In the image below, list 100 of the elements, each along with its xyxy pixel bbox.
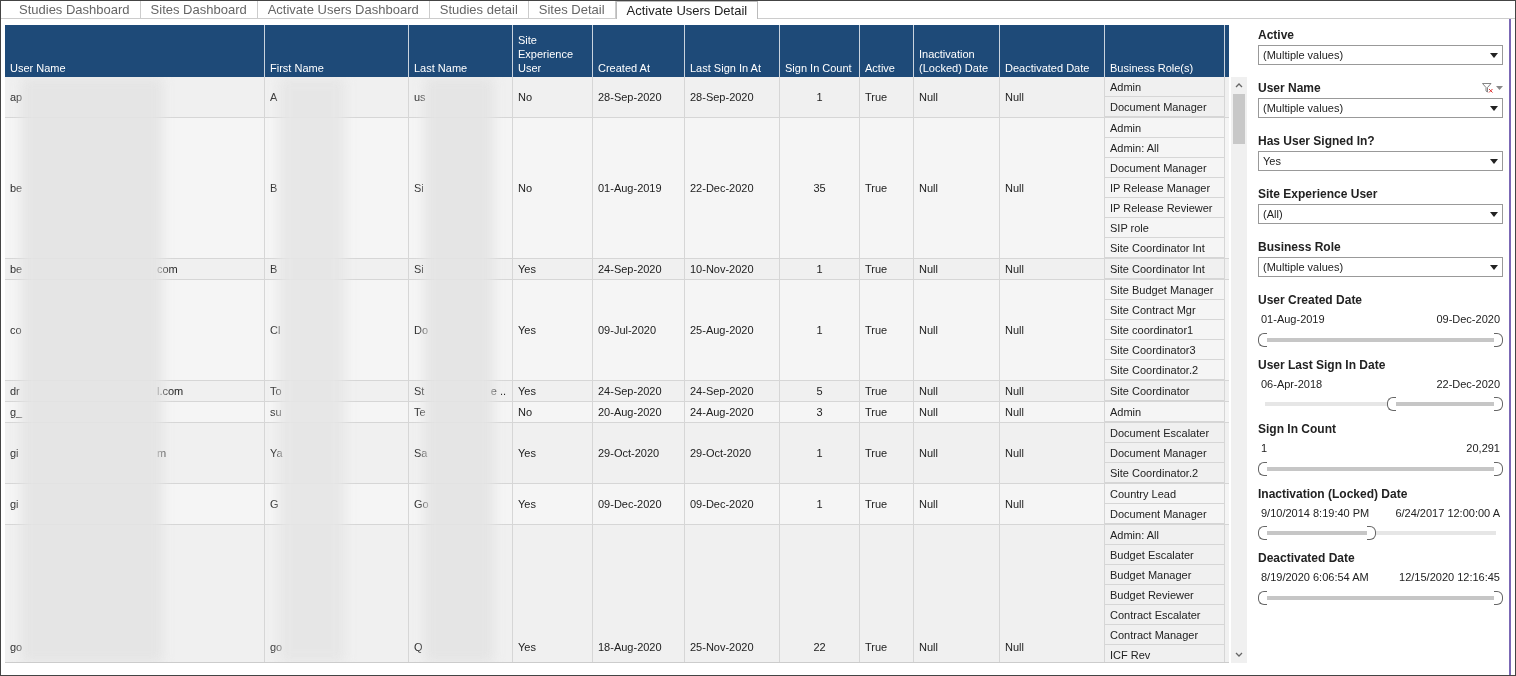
table-cell-text: Yes: [517, 496, 537, 512]
slider-thumb[interactable]: [1494, 397, 1503, 411]
table-cell-text: True: [864, 180, 889, 196]
table-cell-text: 22-Dec-2020: [689, 180, 755, 196]
dropdown[interactable]: (Multiple values): [1258, 98, 1503, 118]
slider-thumb[interactable]: [1494, 590, 1503, 605]
filter-title: Site Experience User: [1258, 186, 1378, 202]
dropdown[interactable]: (All): [1258, 204, 1503, 224]
table-cell-text: go: [269, 639, 284, 655]
table-cell-text: 3: [815, 404, 824, 420]
table-cell-text: St: [413, 383, 426, 399]
slider-track[interactable]: [1258, 332, 1503, 347]
slider-thumb[interactable]: [1258, 526, 1267, 540]
tab[interactable]: Sites Detail: [528, 1, 616, 18]
scroll-down-icon[interactable]: [1235, 652, 1243, 658]
table-cell-text: Si: [413, 261, 425, 277]
filter-title: User Last Sign In Date: [1258, 356, 1387, 373]
table-cell-text: Null: [918, 89, 939, 105]
table-cell-text: True: [864, 445, 889, 461]
filter-title: Deactivated Date: [1258, 550, 1356, 566]
table-cell-text: com: [157, 261, 178, 277]
table-cell-text: Yes: [517, 261, 537, 277]
table-cell-text: 25-Aug-2020: [689, 322, 755, 338]
slider-min-label: 9/10/2014 8:19:40 PM: [1261, 505, 1370, 521]
slider-max-label: 09-Dec-2020: [1436, 312, 1500, 327]
slider-min-label: 01-Aug-2019: [1261, 312, 1325, 327]
table-cell-text: Cl: [269, 322, 282, 338]
scroll-up-icon[interactable]: [1235, 82, 1243, 88]
slider-thumb[interactable]: [1258, 461, 1267, 476]
table-cell-text: Q: [413, 639, 424, 655]
dropdown-caret-icon: [1490, 52, 1498, 58]
tab[interactable]: Activate Users Dashboard: [257, 1, 430, 18]
table-cell-text: Null: [1004, 89, 1025, 105]
table-cell-text: Ya: [269, 445, 284, 461]
table-cell-text: 09-Dec-2020: [689, 496, 755, 512]
scrollbar[interactable]: [1231, 77, 1247, 663]
table-cell-text: 28-Sep-2020: [689, 89, 755, 105]
table-cell-text: To: [269, 383, 283, 399]
table-cell-text: A: [269, 89, 279, 105]
table-cell-text: l.com: [157, 383, 184, 399]
table-cell-text: True: [864, 322, 889, 338]
tab[interactable]: Studies detail: [429, 1, 529, 18]
table-cell-text: True: [864, 261, 889, 277]
table-cell-text: 25-Nov-2020: [689, 639, 755, 655]
table-cell-text: dr: [9, 383, 21, 399]
table-cell-text: No: [517, 89, 534, 105]
table-cell-text: m: [157, 445, 167, 461]
table-cell-text: Null: [1004, 404, 1025, 420]
slider-thumb[interactable]: [1258, 332, 1267, 347]
dropdown-caret-icon: [1490, 211, 1498, 217]
table-cell-text: True: [864, 639, 889, 655]
table-cell-text: Null: [1004, 445, 1025, 461]
dropdown[interactable]: (Multiple values): [1258, 45, 1503, 65]
caret-icon[interactable]: [1496, 86, 1503, 90]
table-cell-text: Null: [1004, 496, 1025, 512]
slider-thumb[interactable]: [1494, 461, 1503, 476]
table-cell-text: Null: [918, 322, 939, 338]
dropdown-caret-icon: [1490, 158, 1498, 164]
scroll-thumb[interactable]: [1233, 94, 1245, 144]
table-cell-text: 35: [812, 180, 827, 196]
table-cell-text: Null: [918, 445, 939, 461]
filter-title: Business Role: [1258, 239, 1341, 255]
filter-title: Inactivation (Locked) Date: [1258, 485, 1409, 502]
filter-title: Has User Signed In?: [1258, 133, 1375, 149]
dropdown-caret-icon: [1490, 264, 1498, 270]
table-cell-text: 24-Sep-2020: [689, 383, 755, 399]
table-cell-text: Null: [918, 261, 939, 277]
slider-max-label: 12/15/2020 12:16:45: [1399, 570, 1500, 585]
table-cell-text: 22: [812, 639, 827, 655]
dropdown[interactable]: Yes: [1258, 151, 1503, 171]
table-cell-text: 18-Aug-2020: [597, 639, 663, 655]
slider-thumb[interactable]: [1494, 332, 1503, 347]
table-cell-text: Te: [413, 404, 427, 420]
filter-title: Sign In Count: [1258, 421, 1337, 437]
table-cell-text: 1: [815, 322, 824, 338]
slider-thumb[interactable]: [1387, 397, 1397, 411]
slider-min-label: 06-Apr-2018: [1261, 376, 1323, 392]
table-cell-text: No: [517, 404, 534, 420]
slider-min-label: 8/19/2020 6:06:54 AM: [1261, 570, 1369, 585]
tab[interactable]: Activate Users Detail: [615, 1, 759, 19]
table-cell-text: Yes: [517, 445, 537, 461]
tab[interactable]: Studies Dashboard: [9, 1, 141, 18]
table-cell-text: su: [269, 404, 283, 420]
tab[interactable]: Sites Dashboard: [140, 1, 258, 18]
table-cell-text: Null: [918, 639, 939, 655]
table-cell-text: Yes: [517, 322, 537, 338]
dropdown[interactable]: (Multiple values): [1258, 257, 1503, 277]
clear-filter-icon[interactable]: [1482, 83, 1493, 93]
table-cell-text: gi: [9, 445, 20, 461]
table-cell-text: 1: [815, 89, 824, 105]
slider-track[interactable]: [1258, 590, 1503, 605]
slider-thumb[interactable]: [1366, 526, 1376, 540]
table-cell-text: True: [864, 496, 889, 512]
table-cell-text: Go: [413, 496, 430, 512]
slider-thumb[interactable]: [1258, 590, 1267, 605]
slider-track[interactable]: [1258, 461, 1503, 476]
table-cell-text: B: [269, 180, 279, 196]
table-cell-text: 5: [815, 383, 824, 399]
table-cell-text: Null: [1004, 383, 1025, 399]
table-cell-text: Null: [1004, 322, 1025, 338]
